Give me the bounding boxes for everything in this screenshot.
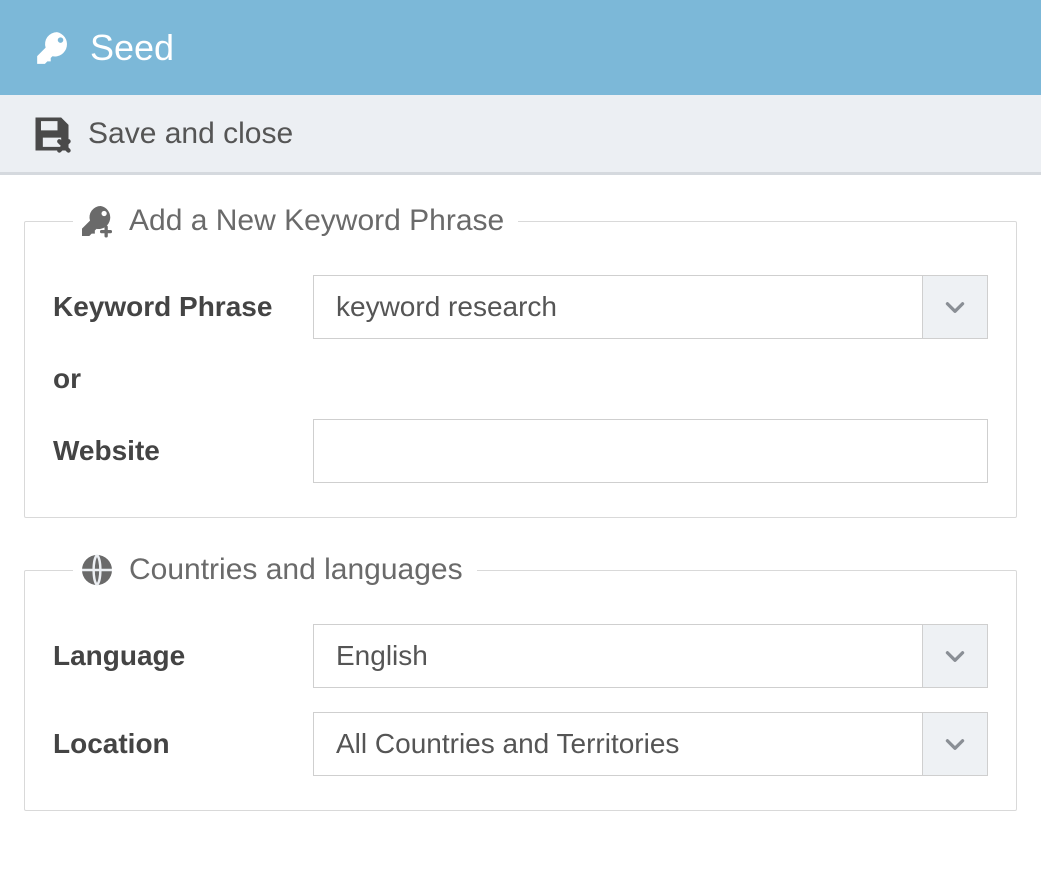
- location-input[interactable]: [313, 712, 922, 776]
- keyword-phrase-input[interactable]: [313, 275, 922, 339]
- page-header: Seed: [0, 0, 1041, 95]
- group-countries-languages-legend: Countries and languages: [73, 552, 477, 588]
- location-label: Location: [53, 728, 313, 760]
- row-website: Website: [53, 419, 988, 483]
- keyword-phrase-dropdown[interactable]: [922, 275, 988, 339]
- language-label: Language: [53, 640, 313, 672]
- language-input[interactable]: [313, 624, 922, 688]
- group-add-keyword-legend: Add a New Keyword Phrase: [73, 203, 518, 239]
- location-dropdown[interactable]: [922, 712, 988, 776]
- toolbar: Save and close: [0, 95, 1041, 175]
- chevron-down-icon: [942, 294, 968, 320]
- chevron-down-icon: [942, 643, 968, 669]
- keyword-phrase-field: [313, 275, 988, 339]
- globe-icon: [79, 552, 115, 588]
- save-and-close-label: Save and close: [88, 117, 293, 151]
- group-countries-languages-legend-text: Countries and languages: [129, 553, 463, 587]
- group-countries-languages: Countries and languages Language Locatio…: [24, 552, 1017, 811]
- location-field: [313, 712, 988, 776]
- save-close-icon: [30, 112, 74, 156]
- or-label: or: [53, 363, 81, 395]
- row-language: Language: [53, 624, 988, 688]
- website-label: Website: [53, 435, 313, 467]
- language-dropdown[interactable]: [922, 624, 988, 688]
- row-keyword-phrase: Keyword Phrase: [53, 275, 988, 339]
- keyword-phrase-label: Keyword Phrase: [53, 291, 313, 323]
- page-title: Seed: [90, 27, 174, 69]
- website-input[interactable]: [313, 419, 988, 483]
- group-add-keyword: Add a New Keyword Phrase Keyword Phrase …: [24, 203, 1017, 518]
- content-area: Add a New Keyword Phrase Keyword Phrase …: [0, 175, 1041, 811]
- website-field: [313, 419, 988, 483]
- group-add-keyword-legend-text: Add a New Keyword Phrase: [129, 204, 504, 238]
- key-plus-icon: [79, 203, 115, 239]
- save-and-close-button[interactable]: Save and close: [30, 112, 293, 156]
- language-field: [313, 624, 988, 688]
- key-icon: [34, 29, 72, 67]
- row-or: or: [53, 363, 988, 395]
- row-location: Location: [53, 712, 988, 776]
- chevron-down-icon: [942, 731, 968, 757]
